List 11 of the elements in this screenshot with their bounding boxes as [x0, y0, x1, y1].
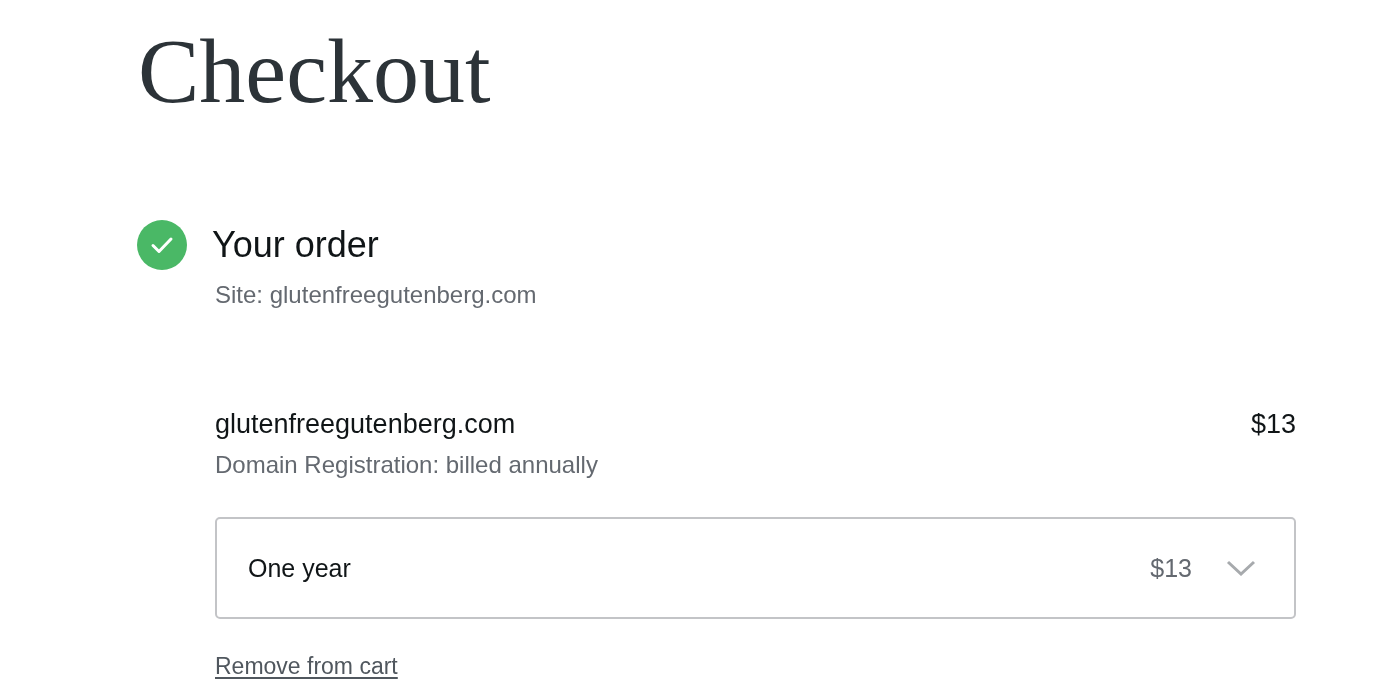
selected-term: One year	[248, 553, 352, 583]
step-title: Your order	[212, 223, 379, 267]
chevron-down-icon	[1226, 560, 1256, 576]
site-label: Site: glutenfreegutenberg.com	[215, 280, 537, 310]
term-price: $13	[1150, 553, 1192, 583]
product-name: glutenfreegutenberg.com	[215, 408, 516, 441]
remove-from-cart-link[interactable]: Remove from cart	[215, 652, 398, 680]
product-description: Domain Registration: billed annually	[215, 450, 598, 480]
term-select[interactable]: One year $13	[215, 517, 1296, 619]
page-title: Checkout	[138, 25, 491, 117]
product-price: $13	[1250, 408, 1296, 441]
